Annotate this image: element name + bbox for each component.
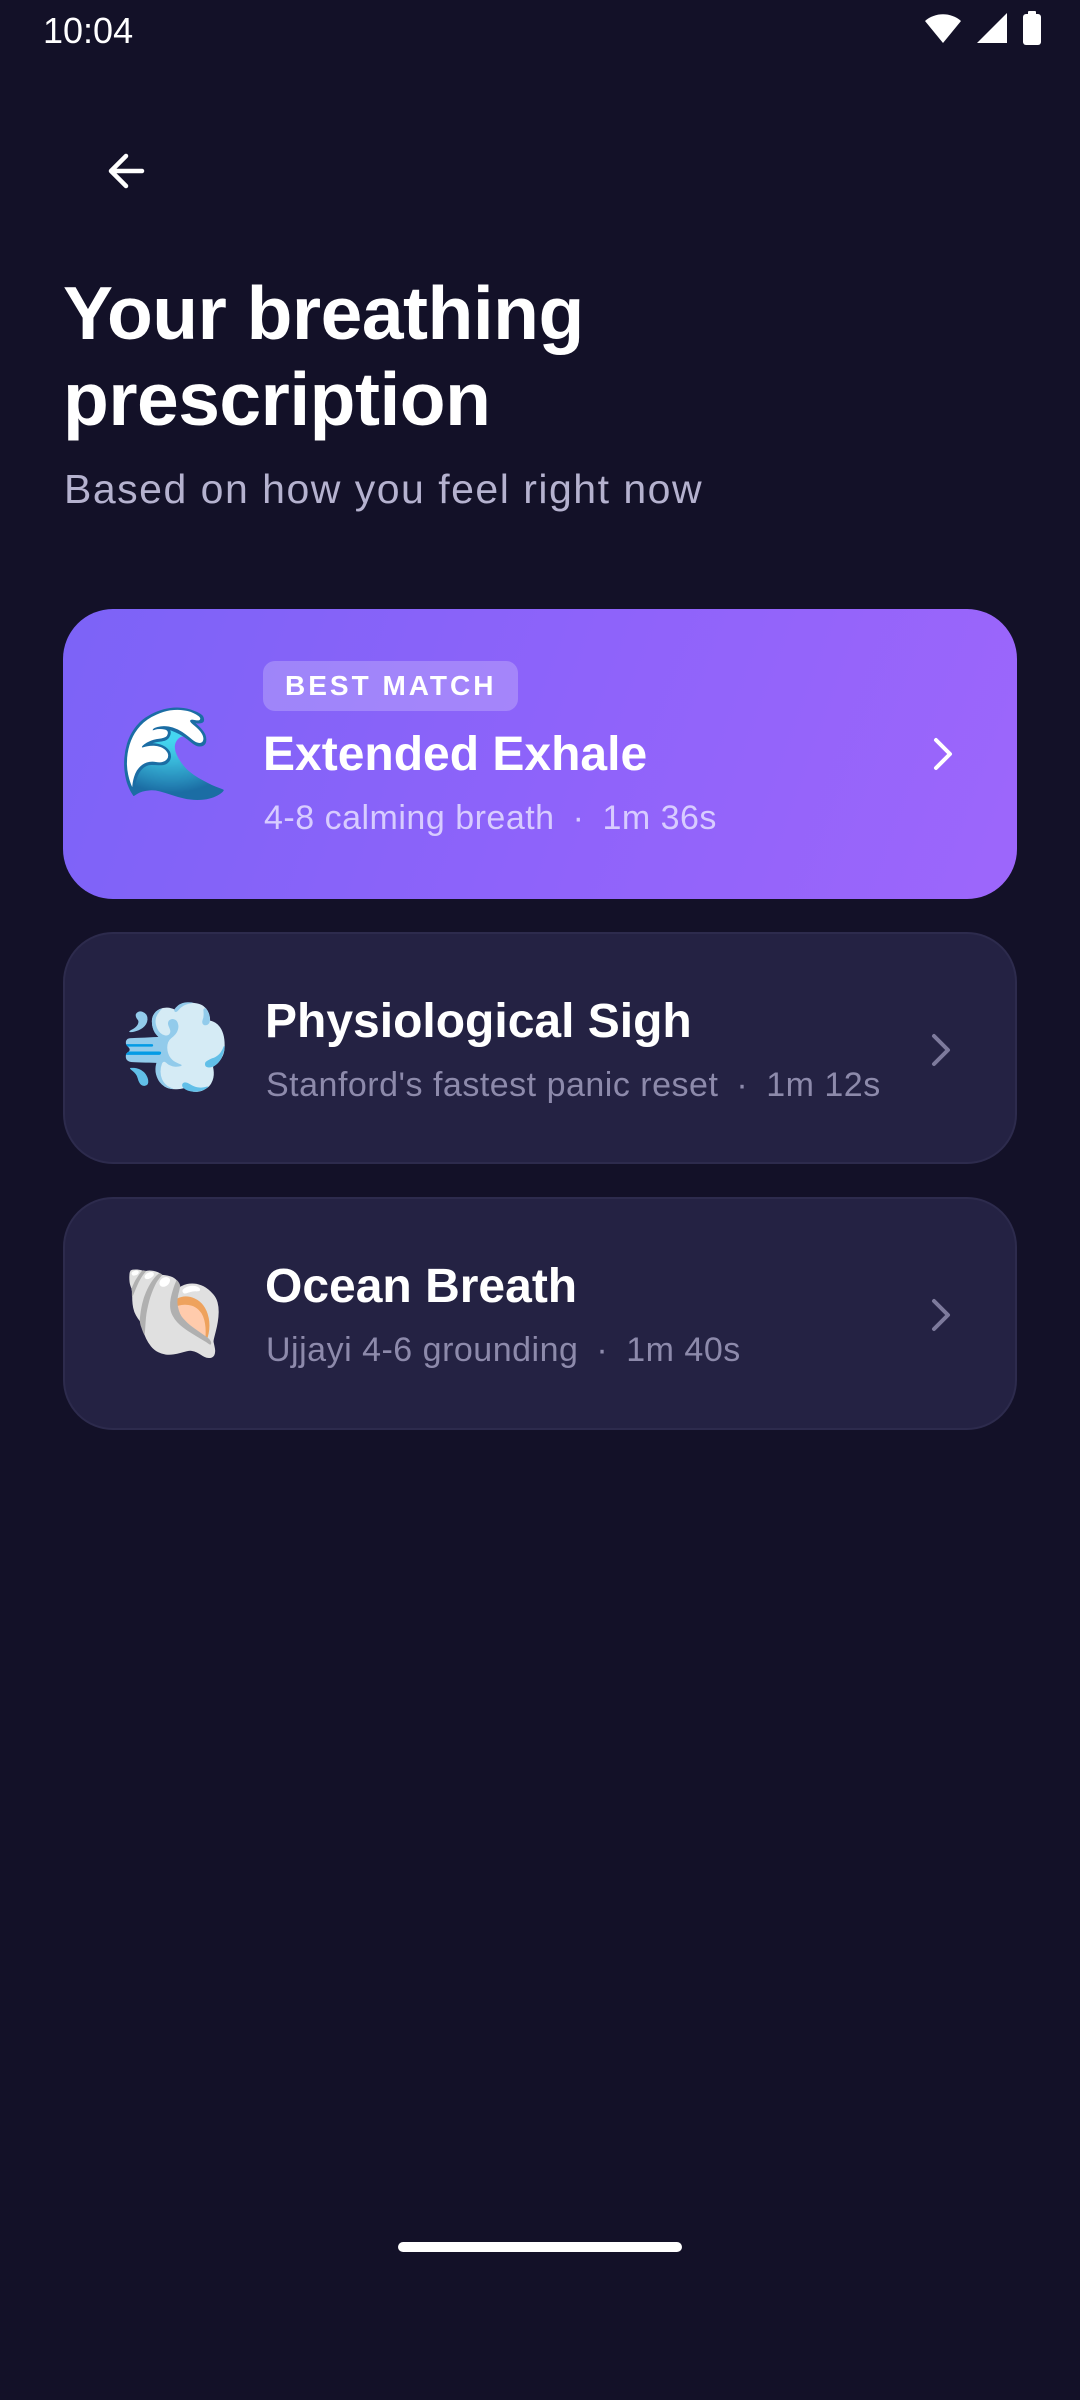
chevron-right-icon bbox=[932, 1034, 950, 1066]
back-button[interactable] bbox=[86, 131, 166, 211]
exercise-duration: 1m 40s bbox=[626, 1331, 741, 1369]
exercise-title: Ocean Breath bbox=[265, 1260, 578, 1313]
exercise-card-extended-exhale[interactable]: 🌊 BEST MATCH Extended Exhale 4-8 calming… bbox=[63, 609, 1017, 899]
status-bar: 10:04 bbox=[0, 0, 1080, 62]
battery-icon bbox=[1022, 10, 1042, 50]
exercise-meta: 4-8 calming breath · 1m 36s bbox=[264, 799, 717, 838]
exercise-duration: 1m 36s bbox=[602, 799, 717, 837]
exercise-card-ocean-breath[interactable]: 🐚 Ocean Breath Ujjayi 4-6 grounding · 1m 4… bbox=[63, 1197, 1017, 1430]
exercise-card-physiological-sigh[interactable]: 💨 Physiological Sigh Stanford's fastest … bbox=[63, 932, 1017, 1164]
exercise-description: Stanford's fastest panic reset bbox=[266, 1066, 719, 1104]
dash-air-icon: 💨 bbox=[120, 995, 233, 1100]
exercise-title: Extended Exhale bbox=[263, 728, 648, 781]
wave-icon: 🌊 bbox=[118, 701, 231, 806]
best-match-badge: BEST MATCH bbox=[263, 661, 519, 711]
exercise-description: Ujjayi 4-6 grounding bbox=[266, 1331, 579, 1369]
chevron-right-icon bbox=[934, 738, 952, 770]
meta-separator: · bbox=[596, 1331, 609, 1369]
meta-separator: · bbox=[736, 1066, 749, 1104]
status-time: 10:04 bbox=[43, 10, 134, 51]
screen: 10:04 Your breathing prescription Based … bbox=[0, 0, 1080, 2400]
wifi-icon bbox=[924, 12, 962, 49]
meta-separator: · bbox=[572, 799, 585, 837]
exercise-description: 4-8 calming breath bbox=[264, 799, 555, 837]
exercise-duration: 1m 12s bbox=[766, 1066, 881, 1104]
exercise-title: Physiological Sigh bbox=[265, 995, 692, 1048]
arrow-left-icon bbox=[108, 153, 145, 189]
chevron-right-icon bbox=[932, 1299, 950, 1331]
home-indicator[interactable] bbox=[398, 2242, 682, 2252]
exercise-meta: Stanford's fastest panic reset · 1m 12s bbox=[266, 1066, 881, 1105]
cellular-signal-icon bbox=[976, 12, 1008, 49]
page-subtitle: Based on how you feel right now bbox=[64, 466, 704, 512]
page-title: Your breathing prescription bbox=[63, 271, 584, 441]
status-icons bbox=[924, 10, 1042, 50]
shell-icon: 🐚 bbox=[120, 1261, 233, 1366]
exercise-meta: Ujjayi 4-6 grounding · 1m 40s bbox=[266, 1331, 741, 1370]
